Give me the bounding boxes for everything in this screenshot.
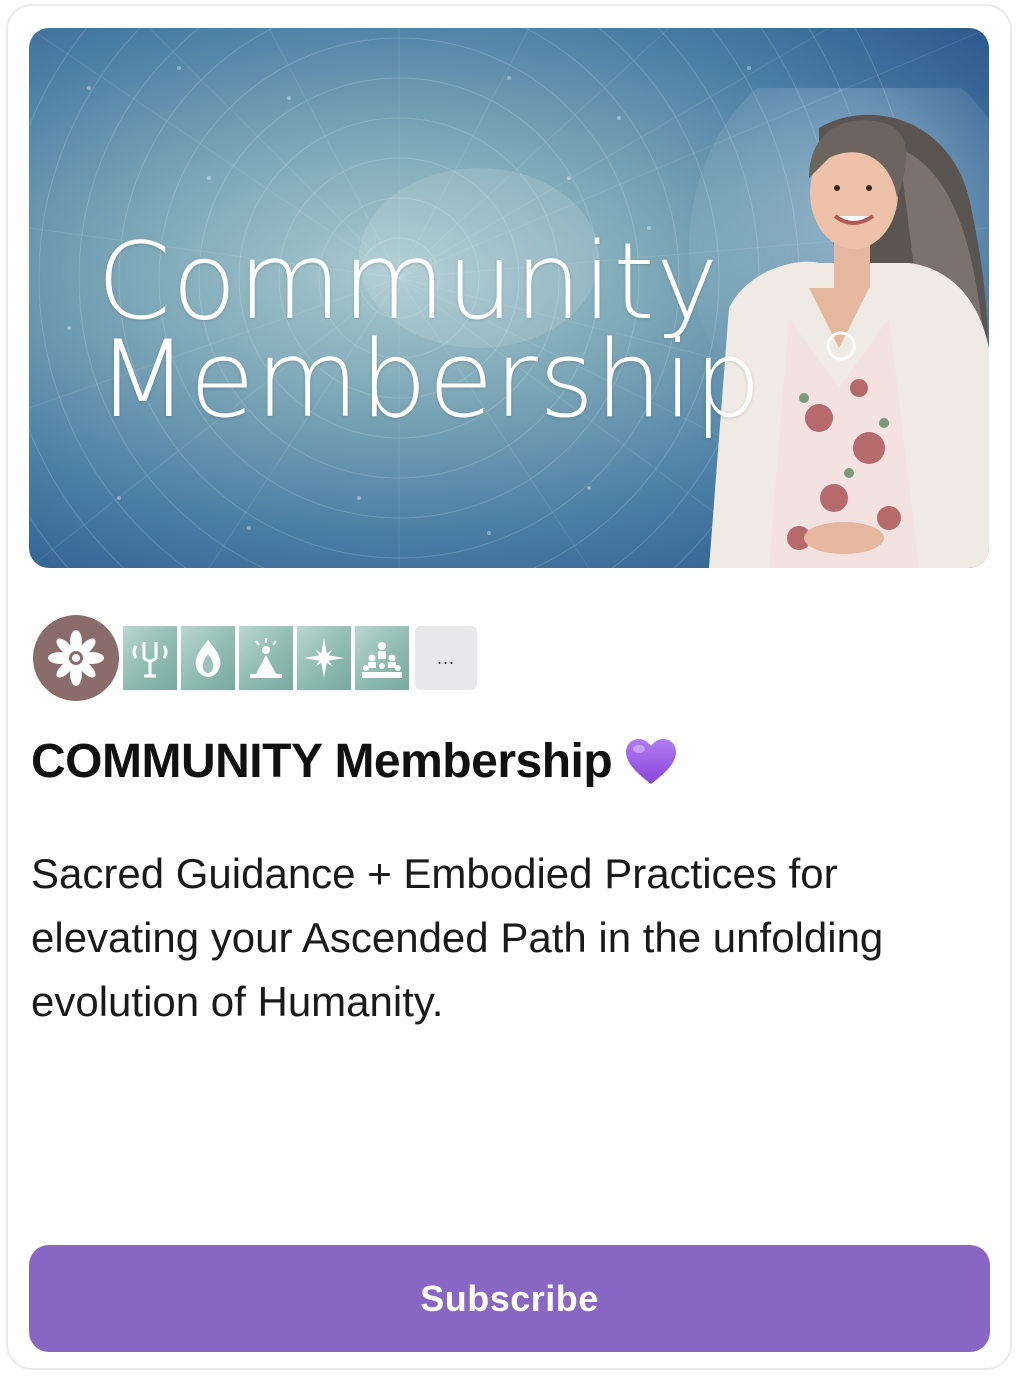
tuning-fork-icon[interactable] bbox=[123, 626, 177, 690]
product-description: Sacred Guidance + Embodied Practices for… bbox=[31, 850, 884, 1025]
banner-title: Community Membership bbox=[97, 220, 763, 441]
more-icons-button[interactable]: ... bbox=[415, 626, 477, 690]
subscribe-button[interactable]: Subscribe bbox=[29, 1245, 990, 1352]
product-title-row: COMMUNITY Membership bbox=[31, 734, 678, 789]
lotus-mandala-icon[interactable] bbox=[33, 615, 119, 701]
group-people-icon[interactable] bbox=[355, 626, 409, 690]
star-burst-icon[interactable] bbox=[297, 626, 351, 690]
product-title: COMMUNITY Membership bbox=[31, 735, 613, 788]
banner-title-line1: Community bbox=[97, 220, 720, 343]
banner-image: Community Membership bbox=[29, 28, 989, 568]
category-icons-row: ... bbox=[33, 614, 481, 702]
banner-title-line2: Membership bbox=[97, 318, 763, 441]
purple-heart-icon bbox=[624, 737, 678, 787]
flame-icon[interactable] bbox=[181, 626, 235, 690]
meditating-figure-icon[interactable] bbox=[239, 626, 293, 690]
